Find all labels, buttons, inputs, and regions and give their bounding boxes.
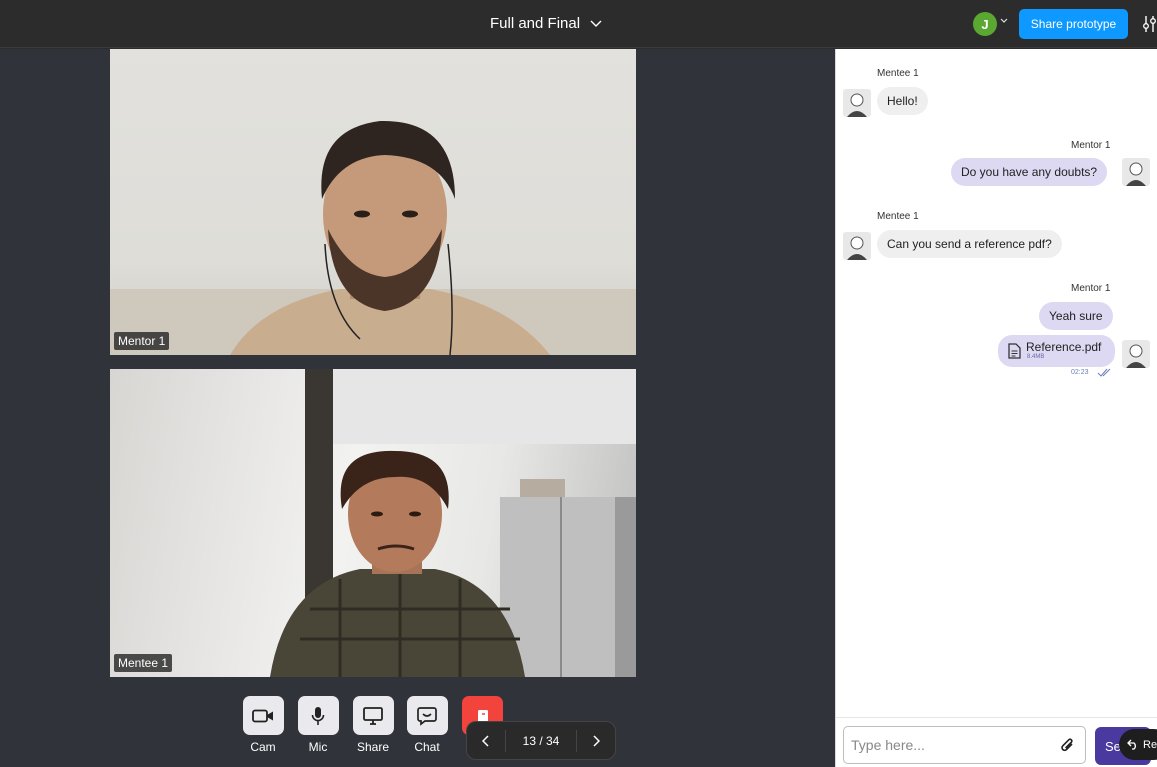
avatar: [1122, 158, 1150, 186]
mic-label: Mic: [308, 740, 328, 754]
chat-message: Yeah sure: [1039, 302, 1113, 330]
message-timestamp: 02:23: [1071, 369, 1089, 376]
person-icon: [1126, 344, 1146, 368]
paperclip-icon[interactable]: [1060, 736, 1076, 754]
chevron-down-icon: [590, 20, 602, 27]
microphone-icon: [311, 706, 325, 725]
person-icon: [1126, 162, 1146, 186]
video-name-label: Mentor 1: [114, 332, 170, 350]
video-name-label: Mentee 1: [114, 654, 173, 672]
share-prototype-button[interactable]: Share prototype: [1019, 9, 1128, 39]
file-title: Full and Final: [490, 15, 581, 32]
top-bar: Full and Final J Share prototype: [0, 0, 1157, 48]
file-attachment[interactable]: Reference.pdf 8.4MB: [998, 335, 1115, 367]
next-frame-button[interactable]: [577, 722, 615, 759]
cam-label: Cam: [250, 740, 276, 754]
chat-input-area: Se: [836, 717, 1157, 767]
restart-chip[interactable]: Re: [1119, 729, 1157, 760]
share-screen-button[interactable]: [352, 696, 394, 735]
mic-control[interactable]: Mic: [297, 696, 339, 754]
message-sender: Mentee 1: [877, 211, 919, 222]
mentee-video-image: [270, 369, 636, 677]
double-check-icon: [1097, 368, 1111, 377]
chat-button[interactable]: [406, 696, 448, 735]
mic-button[interactable]: [297, 696, 339, 735]
prototype-pager: 13 / 34: [466, 721, 616, 760]
message-sender: Mentor 1: [1071, 140, 1111, 151]
chat-bubble-icon: [417, 706, 437, 726]
settings-sliders-icon[interactable]: [1142, 15, 1157, 33]
person-icon: [847, 236, 867, 260]
document-icon: [1008, 343, 1021, 359]
avatar: [1122, 340, 1150, 368]
chat-message: Do you have any doubts?: [951, 158, 1108, 186]
chevron-left-icon: [482, 734, 489, 747]
cam-control[interactable]: Cam: [242, 696, 284, 754]
chat-message: Can you send a reference pdf?: [877, 230, 1062, 258]
chat-message: Hello!: [877, 87, 928, 115]
video-tile-mentee: Mentee 1: [110, 369, 636, 677]
message-sender: Mentee 1: [877, 68, 919, 79]
monitor-icon: [363, 706, 383, 725]
message-input[interactable]: [843, 726, 1086, 764]
chat-panel: Mentee 1 Hello! Mentor 1 Do you have any…: [835, 49, 1157, 767]
frame-counter: 13 / 34: [505, 729, 577, 752]
previous-frame-button[interactable]: [467, 722, 505, 759]
share-label: Share: [356, 740, 390, 754]
chevron-down-icon[interactable]: [1000, 18, 1008, 24]
file-size: 8.4MB: [1027, 354, 1045, 360]
cam-button[interactable]: [242, 696, 284, 735]
chevron-right-icon: [593, 734, 600, 747]
file-title-dropdown[interactable]: Full and Final: [490, 15, 602, 32]
file-name: Reference.pdf: [1026, 340, 1102, 354]
avatar: [843, 89, 871, 117]
mentor-video-image: [110, 120, 636, 355]
message-sender: Mentor 1: [1071, 283, 1111, 294]
chat-label: Chat: [414, 740, 440, 754]
user-avatar[interactable]: J: [973, 12, 997, 36]
video-camera-icon: [252, 709, 273, 722]
video-tile-mentor: Mentor 1: [110, 49, 636, 355]
chat-control[interactable]: Chat: [406, 696, 448, 754]
avatar: [843, 232, 871, 260]
person-icon: [847, 93, 867, 117]
restart-label: Re: [1143, 738, 1157, 751]
undo-icon: [1127, 739, 1136, 750]
share-control[interactable]: Share: [352, 696, 394, 754]
